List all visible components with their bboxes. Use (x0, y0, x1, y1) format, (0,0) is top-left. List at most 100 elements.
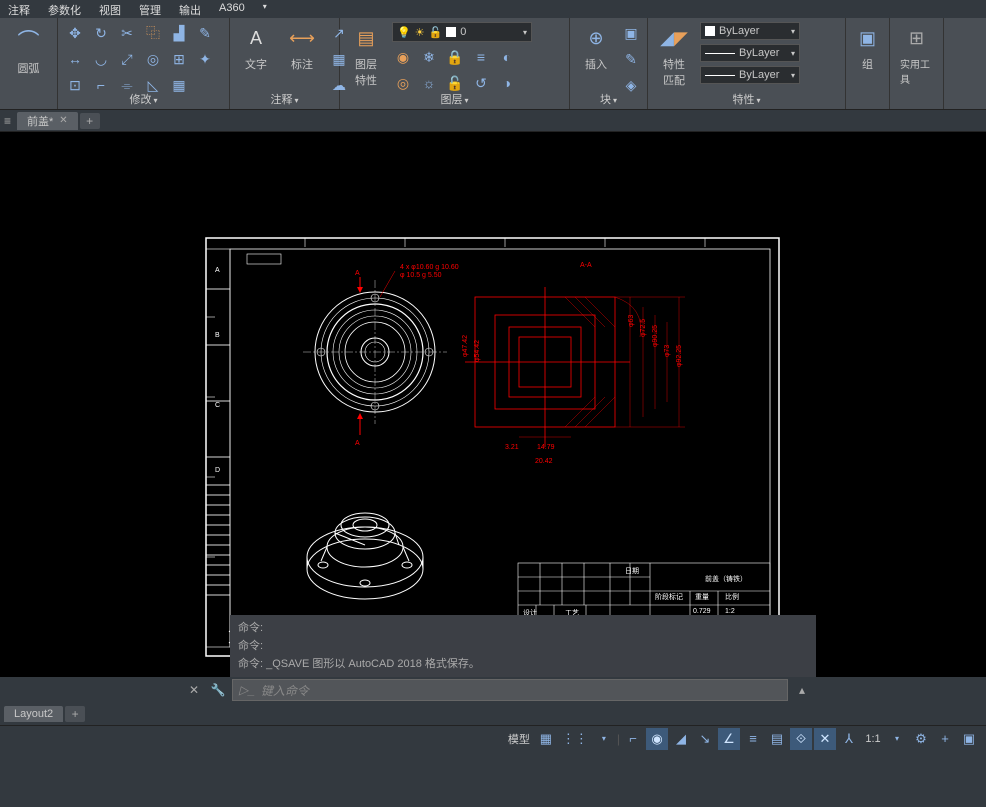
arc-icon[interactable]: ⌒ (9, 22, 49, 58)
menu-annotate[interactable]: 注释 (8, 2, 30, 16)
trim-icon[interactable]: ✂ (116, 22, 138, 44)
color-combo[interactable]: ByLayer▾ (700, 22, 800, 40)
layer-off-icon[interactable]: ◉ (392, 46, 414, 68)
edit-block-icon[interactable]: ✎ (620, 48, 642, 70)
snap-toggle-icon[interactable]: ⋮⋮ (559, 728, 591, 750)
panel-block-title[interactable]: 块▾ (570, 91, 647, 107)
erase-icon[interactable]: ✎ (194, 22, 216, 44)
array-icon[interactable]: ⊞ (168, 48, 190, 70)
menu-view[interactable]: 视图 (99, 2, 121, 16)
linetype-combo[interactable]: ByLayer▾ (700, 66, 800, 84)
svg-text:φ54.42: φ54.42 (474, 340, 481, 362)
svg-text:φ73: φ73 (664, 345, 671, 357)
mirror-icon[interactable]: ▟ (168, 22, 190, 44)
lineweight-icon[interactable]: ≡ (742, 728, 764, 750)
matchprop-label: 特性 匹配 (663, 56, 685, 88)
svg-text:前盖（铸铁）: 前盖（铸铁） (705, 574, 747, 583)
cmd-prompt-icon: ▷_ (239, 683, 255, 697)
svg-text:0.729: 0.729 (693, 608, 711, 615)
panel-utilities: ⊞ 实用工具 (890, 18, 944, 109)
file-tabs: ≡ 前盖* ✕ + (0, 110, 986, 132)
tab-menu-icon[interactable]: ≡ (4, 114, 11, 128)
svg-text:日期: 日期 (625, 567, 639, 575)
bulb-icon: 💡 (397, 26, 411, 39)
menu-output[interactable]: 输出 (179, 2, 201, 16)
stretch-icon[interactable]: ↔ (64, 48, 86, 70)
layer-current: 0 (460, 26, 466, 38)
group-icon[interactable]: ▣ (852, 22, 884, 54)
layer-freeze-icon[interactable]: ❄ (418, 46, 440, 68)
3dosnap-icon[interactable]: ✕ (814, 728, 836, 750)
panel-modify-title[interactable]: 修改▾ (58, 91, 229, 107)
svg-text:C: C (215, 402, 220, 409)
drawing-canvas[interactable]: A B C D A (0, 132, 986, 677)
file-tab-name: 前盖* (27, 113, 53, 129)
history-line: 命令: (238, 619, 808, 637)
grid-toggle-icon[interactable]: ▦ (535, 728, 557, 750)
panel-props-title[interactable]: 特性▾ (648, 91, 845, 107)
move-icon[interactable]: ✥ (64, 22, 86, 44)
file-tab-active[interactable]: 前盖* ✕ (17, 112, 78, 130)
dropdown-icon[interactable]: ▾ (593, 728, 615, 750)
matchprop-icon[interactable]: ◢◤ (658, 22, 690, 54)
menu-parametric[interactable]: 参数化 (48, 2, 81, 16)
create-block-icon[interactable]: ▣ (620, 22, 642, 44)
cycling-icon[interactable]: ⟐ (790, 728, 812, 750)
isodraft-icon[interactable]: ◢ (670, 728, 692, 750)
fillet-icon[interactable]: ◡ (90, 48, 112, 70)
drawing-content: A B C D A (205, 237, 780, 657)
layer-match-icon[interactable]: ≡ (470, 46, 492, 68)
gear-icon[interactable]: ⚙ (910, 728, 932, 750)
ortho-icon[interactable]: ⌐ (622, 728, 644, 750)
cmd-placeholder: 键入命令 (261, 682, 309, 699)
polar-icon[interactable]: ◉ (646, 728, 668, 750)
lineweight-combo[interactable]: ByLayer▾ (700, 44, 800, 62)
close-tab-icon[interactable]: ✕ (59, 115, 67, 126)
model-button[interactable]: 模型 (505, 728, 533, 750)
insert-label: 插入 (585, 56, 607, 72)
workspace-icon[interactable]: ▣ (958, 728, 980, 750)
layout-tab[interactable]: Layout2 (4, 706, 63, 722)
command-bar: ✕ 🔧 ▷_ 键入命令 ▴ (180, 677, 816, 703)
offset-icon[interactable]: ◎ (142, 48, 164, 70)
wrench-icon[interactable]: 🔧 (208, 680, 228, 700)
new-tab-button[interactable]: + (80, 113, 100, 129)
menu-drop-icon[interactable]: ▾ (263, 2, 267, 16)
osnap-icon[interactable]: ↘ (694, 728, 716, 750)
add-layout-button[interactable]: + (65, 706, 85, 722)
text-icon[interactable]: A (240, 22, 272, 54)
history-up-icon[interactable]: ▴ (792, 680, 812, 700)
transparency-icon[interactable]: ▤ (766, 728, 788, 750)
insert-icon[interactable]: ⊕ (580, 22, 612, 54)
close-cmd-icon[interactable]: ✕ (184, 680, 204, 700)
explode-icon[interactable]: ✦ (194, 48, 216, 70)
menu-a360[interactable]: A360 (219, 2, 245, 16)
rotate-icon[interactable]: ↻ (90, 22, 112, 44)
sun-icon: ☀ (415, 26, 425, 39)
layer-combo[interactable]: 💡 ☀ 🔓 0 ▾ (392, 22, 532, 42)
dim-icon[interactable]: ⟷ (286, 22, 318, 54)
panel-layer: ▤ 图层 特性 💡 ☀ 🔓 0 ▾ ◉ ❄ 🔒 ≡ ◐ (340, 18, 570, 109)
svg-text:14.79: 14.79 (537, 444, 555, 451)
anno-scale[interactable]: 1:1 (862, 728, 884, 750)
panel-layer-title[interactable]: 图层▾ (340, 91, 569, 107)
copy-icon[interactable]: ⿻ (142, 22, 164, 44)
scale-drop-icon[interactable]: ▾ (886, 728, 908, 750)
dim-label: 标注 (291, 56, 313, 72)
calc-icon[interactable]: ⊞ (901, 22, 933, 54)
command-input[interactable]: ▷_ 键入命令 (232, 679, 788, 701)
layer-iso-icon[interactable]: ◐ (496, 46, 518, 68)
arc-label: 圆弧 (18, 60, 40, 76)
panel-annotate: A 文字 ⟷ 标注 ↗ ▦ ☁ 注释▾ (230, 18, 340, 109)
otrack-icon[interactable]: ∠ (718, 728, 740, 750)
menu-manage[interactable]: 管理 (139, 2, 161, 16)
panel-annotate-title[interactable]: 注释▾ (230, 91, 339, 107)
scale-icon[interactable]: ⤢ (116, 48, 138, 70)
text-label: 文字 (245, 56, 267, 72)
history-line: 命令: _QSAVE 图形以 AutoCAD 2018 格式保存。 (238, 655, 808, 673)
layer-lock-icon[interactable]: 🔒 (444, 46, 466, 68)
dynucs-icon[interactable]: ⅄ (838, 728, 860, 750)
plus-icon[interactable]: + (934, 728, 956, 750)
layer-props-icon[interactable]: ▤ (350, 22, 382, 54)
svg-text:4 x φ10.60 g 10.60: 4 x φ10.60 g 10.60 (400, 264, 459, 271)
